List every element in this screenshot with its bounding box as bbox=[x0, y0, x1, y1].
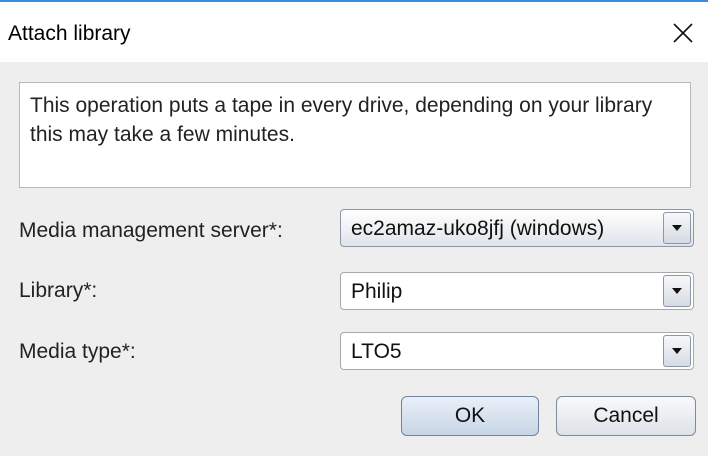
media-type-label: Media type*: bbox=[19, 340, 136, 363]
media-server-dropdown[interactable]: ec2amaz-uko8jfj (windows) bbox=[340, 209, 694, 247]
library-value: Philip bbox=[351, 280, 403, 303]
library-dropdown-arrow[interactable] bbox=[663, 275, 691, 307]
chevron-down-icon bbox=[672, 288, 682, 294]
media-server-dropdown-arrow[interactable] bbox=[663, 212, 691, 244]
message-box: This operation puts a tape in every driv… bbox=[19, 82, 691, 188]
media-type-dropdown[interactable]: LTO5 bbox=[340, 332, 694, 370]
attach-library-dialog: Attach library This operation puts a tap… bbox=[0, 0, 708, 456]
server-label: Media management server*: bbox=[19, 219, 283, 242]
chevron-down-icon bbox=[672, 225, 682, 231]
dialog-title: Attach library bbox=[8, 22, 131, 45]
chevron-down-icon bbox=[672, 348, 682, 354]
close-icon bbox=[673, 23, 693, 43]
ok-button[interactable]: OK bbox=[401, 396, 539, 436]
library-dropdown[interactable]: Philip bbox=[340, 272, 694, 310]
title-bar: Attach library bbox=[0, 2, 708, 62]
library-label: Library*: bbox=[19, 279, 98, 302]
media-server-value: ec2amaz-uko8jfj (windows) bbox=[351, 217, 605, 240]
cancel-button[interactable]: Cancel bbox=[556, 396, 696, 436]
media-type-dropdown-arrow[interactable] bbox=[663, 335, 691, 367]
close-button[interactable] bbox=[666, 16, 700, 50]
media-type-value: LTO5 bbox=[351, 340, 402, 363]
